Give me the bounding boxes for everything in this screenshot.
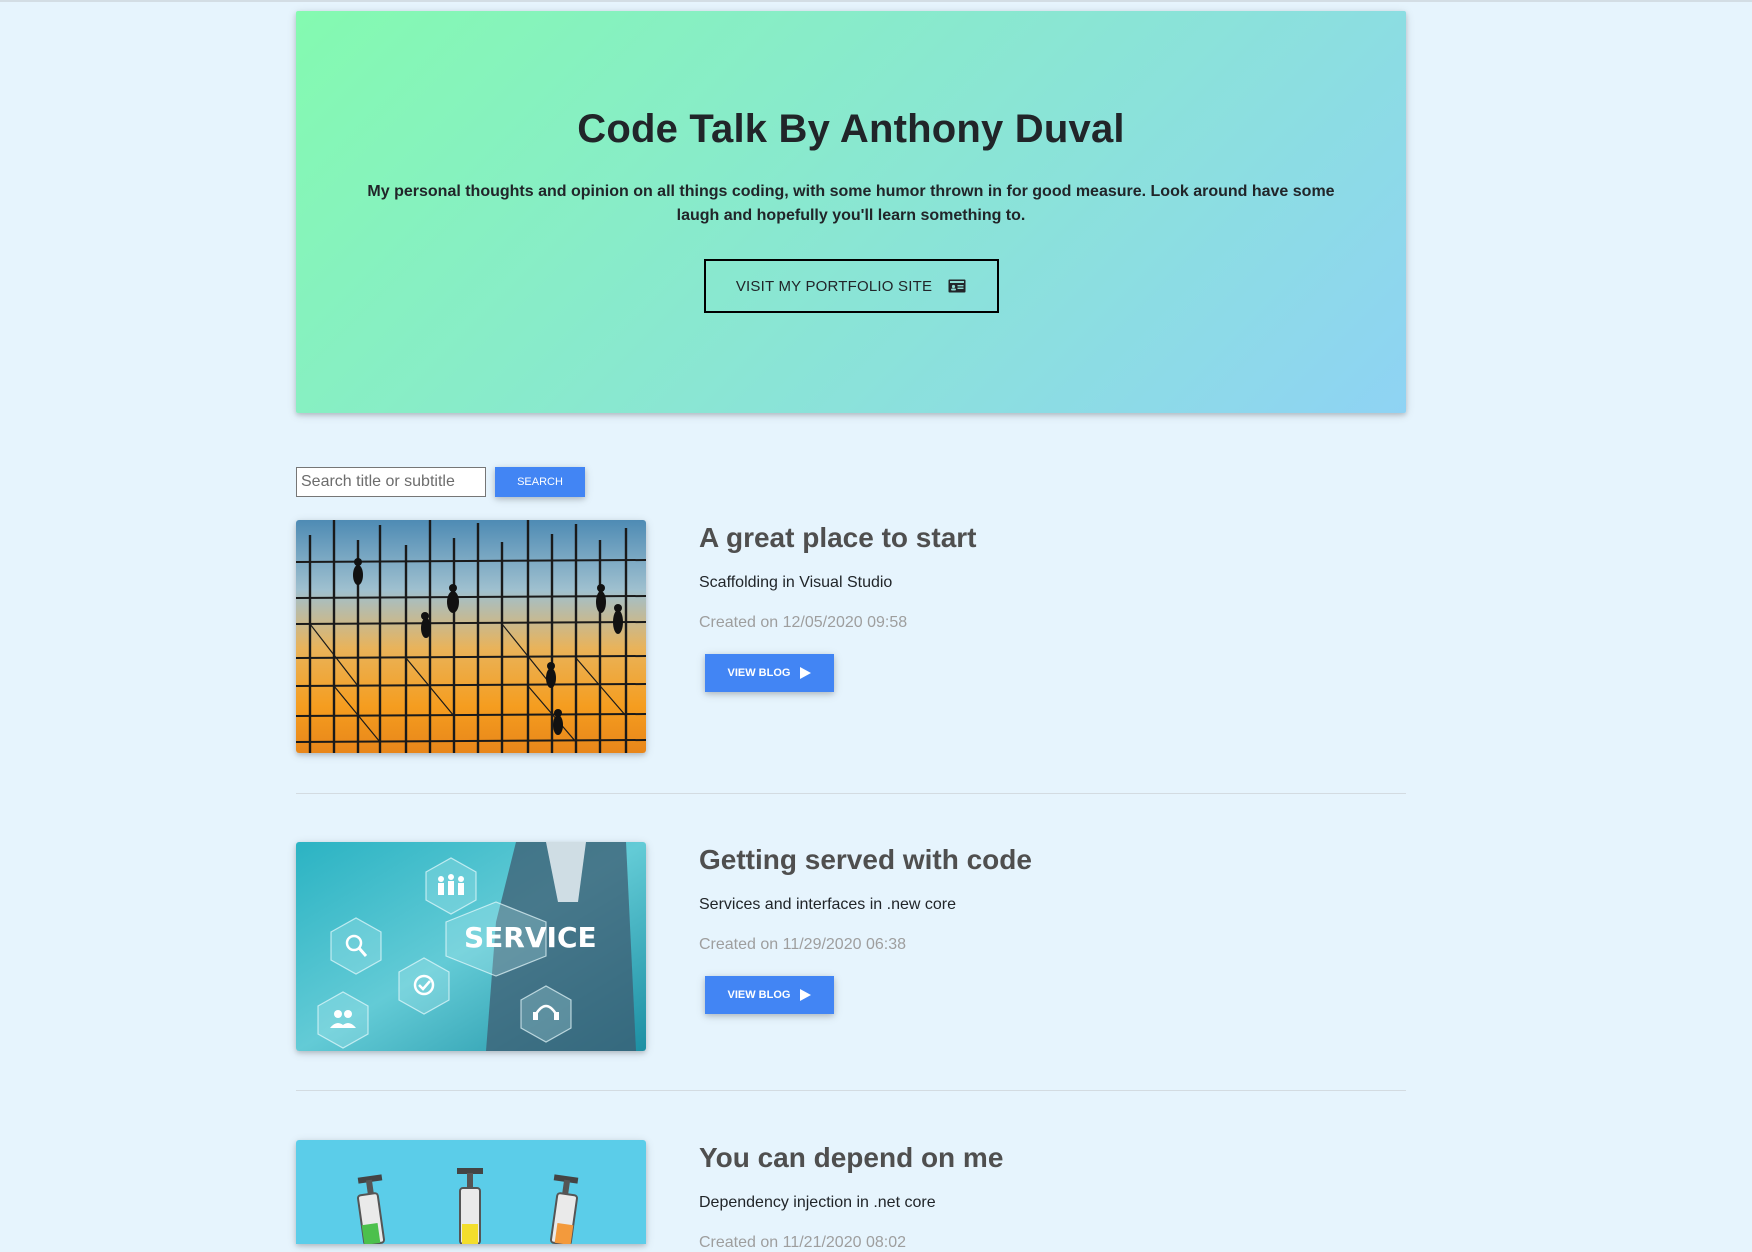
view-blog-label: VIEW BLOG: [727, 989, 791, 1001]
post-date: Created on 11/21/2020 08:02: [699, 1234, 906, 1251]
post-subtitle: Scaffolding in Visual Studio: [699, 574, 893, 591]
post-info: You can depend on me Dependency injectio…: [699, 1140, 1003, 1252]
post-title: Getting served with code: [699, 844, 1032, 875]
search-input[interactable]: [296, 467, 486, 497]
hero-jumbotron: Code Talk By Anthony Duval My personal t…: [296, 11, 1406, 413]
hero-tagline: My personal thoughts and opinion on all …: [367, 183, 1335, 224]
scaffolding-silhouette-image: [296, 520, 646, 753]
service-hexagon-image: SERVICE: [296, 842, 646, 1051]
play-icon: [800, 989, 812, 1001]
top-border: [0, 0, 1752, 2]
visit-portfolio-label: VISIT MY PORTFOLIO SITE: [735, 277, 933, 295]
svg-text:SERVICE: SERVICE: [464, 921, 597, 954]
post-image-syringes[interactable]: [296, 1140, 646, 1244]
post-image-scaffolding[interactable]: [296, 520, 646, 753]
post-subtitle: Services and interfaces in .new core: [699, 896, 957, 913]
page-title: Code Talk By Anthony Duval: [577, 107, 1125, 151]
post-subtitle: Dependency injection in .net core: [699, 1194, 936, 1211]
post-date: Created on 11/29/2020 06:38: [699, 936, 906, 953]
post-divider: [296, 793, 1406, 794]
post-title: You can depend on me: [699, 1142, 1004, 1173]
view-blog-button[interactable]: VIEW BLOG: [705, 976, 834, 1014]
post-info: Getting served with code Services and in…: [699, 842, 1032, 1014]
search-bar: SEARCH: [296, 467, 1406, 497]
syringes-illustration-image: [296, 1140, 646, 1244]
post-image-service[interactable]: SERVICE: [296, 842, 646, 1051]
id-card-icon: [948, 279, 966, 293]
post-title: A great place to start: [699, 522, 977, 553]
play-icon: [800, 667, 812, 679]
visit-portfolio-button[interactable]: VISIT MY PORTFOLIO SITE: [703, 259, 999, 313]
view-blog-label: VIEW BLOG: [727, 667, 791, 679]
main-container: Code Talk By Anthony Duval My personal t…: [296, 11, 1406, 1251]
search-button[interactable]: SEARCH: [495, 467, 585, 497]
post-divider: [296, 1090, 1406, 1091]
view-blog-button[interactable]: VIEW BLOG: [705, 654, 834, 692]
post-info: A great place to start Scaffolding in Vi…: [699, 520, 976, 692]
post-date: Created on 12/05/2020 09:58: [699, 614, 908, 631]
